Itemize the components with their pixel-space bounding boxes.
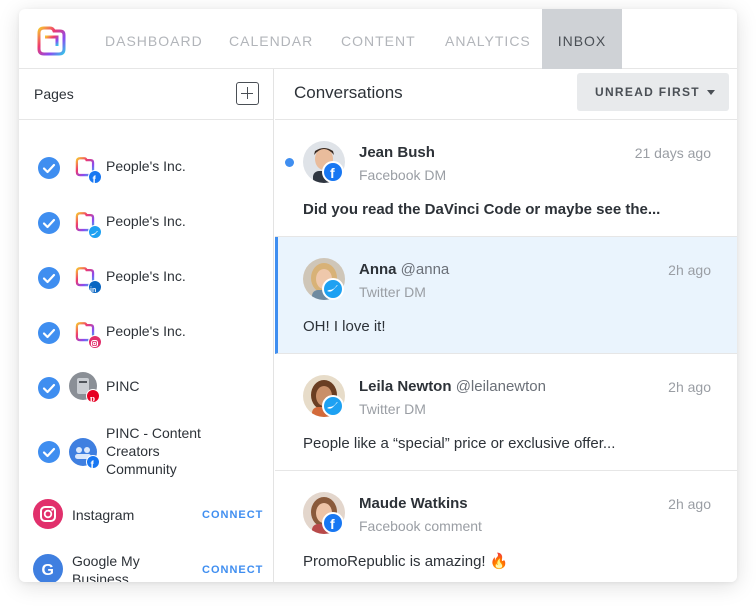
conversation-handle: @anna (400, 261, 450, 278)
page-item[interactable]: People's Inc. (19, 186, 273, 241)
caret-down-icon (707, 90, 715, 95)
linkedin-icon: in (88, 280, 102, 294)
page-item[interactable]: in People's Inc. (19, 241, 273, 296)
checkmark-icon[interactable] (38, 441, 60, 463)
conversation-preview: OH! I love it! (303, 318, 386, 335)
checkmark-icon[interactable] (38, 267, 60, 289)
pinterest-icon: p (86, 389, 100, 404)
conversation-channel: Twitter DM (359, 284, 426, 300)
google-icon: G (33, 554, 63, 582)
nav-dashboard[interactable]: DASHBOARD (105, 9, 203, 69)
page-item[interactable]: People's Inc. (19, 296, 273, 351)
page-label: PINC - Content Creators Community (106, 425, 201, 477)
conversation-channel: Twitter DM (359, 401, 426, 417)
conversation-preview: People like a “special” price or exclusi… (303, 435, 616, 452)
conversation-handle: @leilanewton (455, 378, 546, 395)
sort-dropdown[interactable]: UNREAD FIRST (577, 73, 729, 111)
pages-header: Pages (19, 69, 273, 120)
conversation-channel: Facebook DM (359, 167, 447, 183)
svg-text:G: G (42, 562, 54, 579)
connect-google-button[interactable]: CONNECT (202, 564, 263, 576)
conversation-item[interactable]: f Jean Bush Facebook DM 21 days ago Did … (275, 120, 737, 237)
svg-text:f: f (330, 165, 335, 181)
page-label: People's Inc. (106, 323, 186, 339)
conversations-panel: Conversations UNREAD FIRST f Jean Bush F… (275, 69, 737, 582)
page-label: People's Inc. (106, 213, 186, 229)
facebook-icon: f (322, 512, 344, 534)
checkmark-icon[interactable] (38, 322, 60, 344)
conversations-header: Conversations UNREAD FIRST (275, 69, 737, 120)
conversation-sender: Leila Newton @leilanewton (359, 378, 546, 395)
page-label: People's Inc. (106, 268, 186, 284)
page-label: PINC (106, 378, 140, 394)
svg-text:f: f (93, 175, 97, 184)
conversation-item[interactable]: Anna @anna Twitter DM 2h ago OH! I love … (275, 237, 737, 354)
conversation-time: 2h ago (668, 262, 711, 278)
nav-analytics[interactable]: ANALYTICS (445, 9, 531, 69)
conversation-preview: PromoRepublic is amazing! 🔥 (303, 553, 509, 570)
instagram-icon (88, 335, 102, 349)
svg-text:f: f (330, 516, 335, 532)
nav-calendar[interactable]: CALENDAR (229, 9, 313, 69)
twitter-icon (322, 395, 344, 417)
sort-label: UNREAD FIRST (595, 85, 700, 99)
checkmark-icon[interactable] (38, 157, 60, 179)
conversation-sender: Jean Bush (359, 144, 435, 161)
app-window: DASHBOARD CALENDAR CONTENT ANALYTICS INB… (19, 9, 737, 582)
conversation-time: 21 days ago (634, 145, 711, 161)
pages-title: Pages (34, 86, 74, 102)
conversations-title: Conversations (294, 83, 403, 102)
page-avatar-icon: p (69, 372, 100, 404)
page-label: People's Inc. (106, 158, 186, 174)
connect-label: Instagram (72, 507, 135, 523)
page-logo-icon (73, 210, 102, 239)
conversation-sender: Anna @anna (359, 261, 450, 278)
page-logo-icon: in (73, 265, 102, 294)
facebook-icon: f (86, 455, 100, 471)
instagram-icon (33, 499, 63, 529)
page-avatar-icon: f (69, 438, 100, 471)
page-item[interactable]: f PINC - Content Creators Community (19, 406, 273, 490)
nav-inbox[interactable]: INBOX (542, 9, 622, 69)
svg-text:p: p (90, 394, 95, 404)
top-nav: DASHBOARD CALENDAR CONTENT ANALYTICS INB… (19, 9, 737, 69)
conversation-item[interactable]: f Maude Watkins Facebook comment 2h ago … (275, 471, 737, 582)
conversation-time: 2h ago (668, 379, 711, 395)
nav-content[interactable]: CONTENT (341, 9, 416, 69)
svg-text:in: in (90, 287, 96, 294)
svg-text:f: f (91, 460, 95, 469)
twitter-icon (322, 278, 344, 300)
page-logo-icon (73, 320, 102, 349)
twitter-icon (88, 225, 102, 239)
page-logo-icon: f (73, 155, 102, 186)
conversation-item[interactable]: Leila Newton @leilanewton Twitter DM 2h … (275, 354, 737, 471)
unread-indicator (285, 158, 294, 167)
conversation-sender: Maude Watkins (359, 495, 468, 512)
connect-label: Google My Business (72, 553, 140, 582)
checkmark-icon[interactable] (38, 377, 60, 399)
page-item[interactable]: p PINC (19, 351, 273, 406)
connect-item: Instagram CONNECT (19, 490, 273, 545)
facebook-icon: f (88, 170, 102, 186)
connect-instagram-button[interactable]: CONNECT (202, 509, 263, 521)
page-item[interactable]: f People's Inc. (19, 131, 273, 186)
connect-item: G Google My Business CONNECT (19, 545, 273, 582)
facebook-icon: f (322, 161, 344, 183)
checkmark-icon[interactable] (38, 212, 60, 234)
conversation-channel: Facebook comment (359, 518, 482, 534)
pages-panel: Pages f People's Inc. People's Inc. in P… (19, 69, 274, 582)
conversation-preview: Did you read the DaVinci Code or maybe s… (303, 201, 661, 218)
app-logo[interactable] (33, 23, 67, 57)
conversation-time: 2h ago (668, 496, 711, 512)
add-page-button[interactable] (236, 82, 259, 105)
